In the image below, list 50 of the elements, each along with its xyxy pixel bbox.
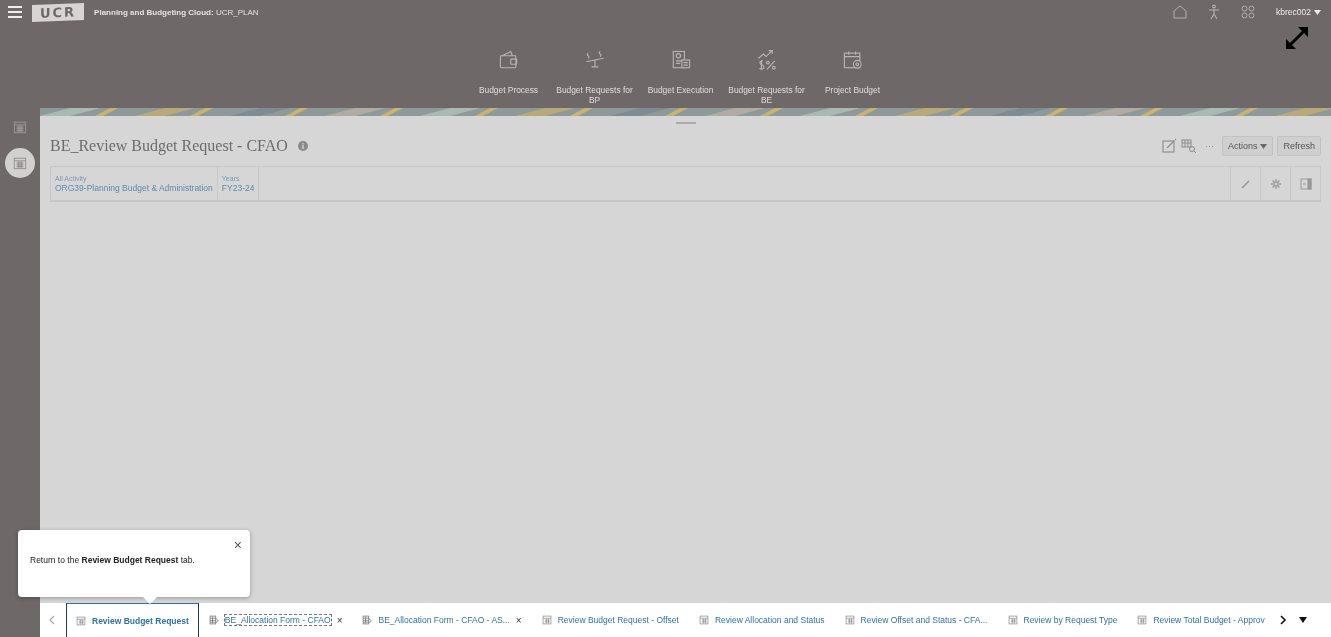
nav-card-label[interactable]: Budget Process [478, 86, 539, 106]
form-title: BE_Review Budget Request - CFAO [50, 137, 288, 155]
nav-card-label[interactable]: Budget Requests for BP [551, 86, 638, 106]
calendar-icon[interactable] [5, 148, 35, 178]
scroll-left-icon[interactable] [48, 615, 56, 625]
document-tab[interactable]: BE_Allocation Form - CFAO - AS... × [352, 603, 532, 637]
form-grid-icon [698, 615, 709, 625]
user-menu[interactable]: kbrec002 [1276, 7, 1321, 17]
close-button[interactable]: × [233, 538, 242, 552]
caret-icon [1314, 9, 1321, 15]
panel-toggle-icon [1299, 177, 1312, 190]
nav-card-label[interactable]: Budget Execution [647, 86, 714, 106]
refresh-button[interactable]: Refresh [1277, 136, 1321, 156]
ruled-form-icon [362, 615, 373, 625]
gear-icon [1269, 177, 1282, 190]
edit-icon[interactable] [1160, 138, 1177, 154]
resize-arrow-icon [1283, 24, 1311, 52]
pov-value[interactable]: FY23-24 [221, 182, 255, 193]
tab-close-button[interactable]: × [515, 614, 522, 626]
ruled-form-icon [208, 615, 219, 625]
document-tab[interactable]: Review Budget Request - Offset [531, 603, 689, 637]
logo[interactable]: UCR [32, 2, 85, 22]
menu-icon[interactable] [8, 6, 22, 18]
form-grid-icon [1137, 615, 1148, 625]
scroll-right-icon[interactable] [1278, 615, 1287, 625]
document-tab[interactable]: Review Offset and Status - CFA... [834, 603, 998, 637]
apps-icon[interactable] [1240, 4, 1257, 20]
tooltip-text: Return to the Review Budget Request tab. [30, 555, 195, 565]
tab-close-button[interactable]: × [336, 614, 343, 626]
document-tab[interactable]: Review by Request Type [997, 603, 1128, 637]
info-icon[interactable] [297, 141, 308, 151]
document-tab[interactable]: Review Budget Request [66, 601, 199, 637]
app-title: Planning and Budgeting Cloud: UCR_PLAN [94, 7, 259, 17]
home-icon[interactable] [1172, 4, 1189, 20]
form-grid-icon [844, 615, 855, 625]
document-tab[interactable]: Review Total Budget - Approv [1127, 603, 1275, 637]
tab-list-caret-icon[interactable] [1298, 617, 1307, 623]
document-tab[interactable]: Review Allocation and Status [688, 603, 835, 637]
document-tab[interactable]: BE_Allocation Form - CFAO × [198, 603, 353, 637]
pov-value[interactable]: ORG39-Planning Budget & Administration [55, 182, 213, 193]
form-grid-icon [541, 615, 552, 625]
form-grid-icon [1007, 615, 1018, 625]
caret-icon [1260, 143, 1268, 149]
nav-card-label[interactable]: Budget Requests for BE [723, 86, 810, 106]
drag-handle[interactable] [675, 122, 696, 124]
form-grid-icon [76, 616, 86, 626]
actions-button[interactable]: Actions [1221, 136, 1274, 156]
search-grid-icon[interactable] [1180, 138, 1197, 154]
nav-card-label[interactable]: Project Budget [825, 86, 880, 106]
pencil-icon [1239, 177, 1252, 190]
